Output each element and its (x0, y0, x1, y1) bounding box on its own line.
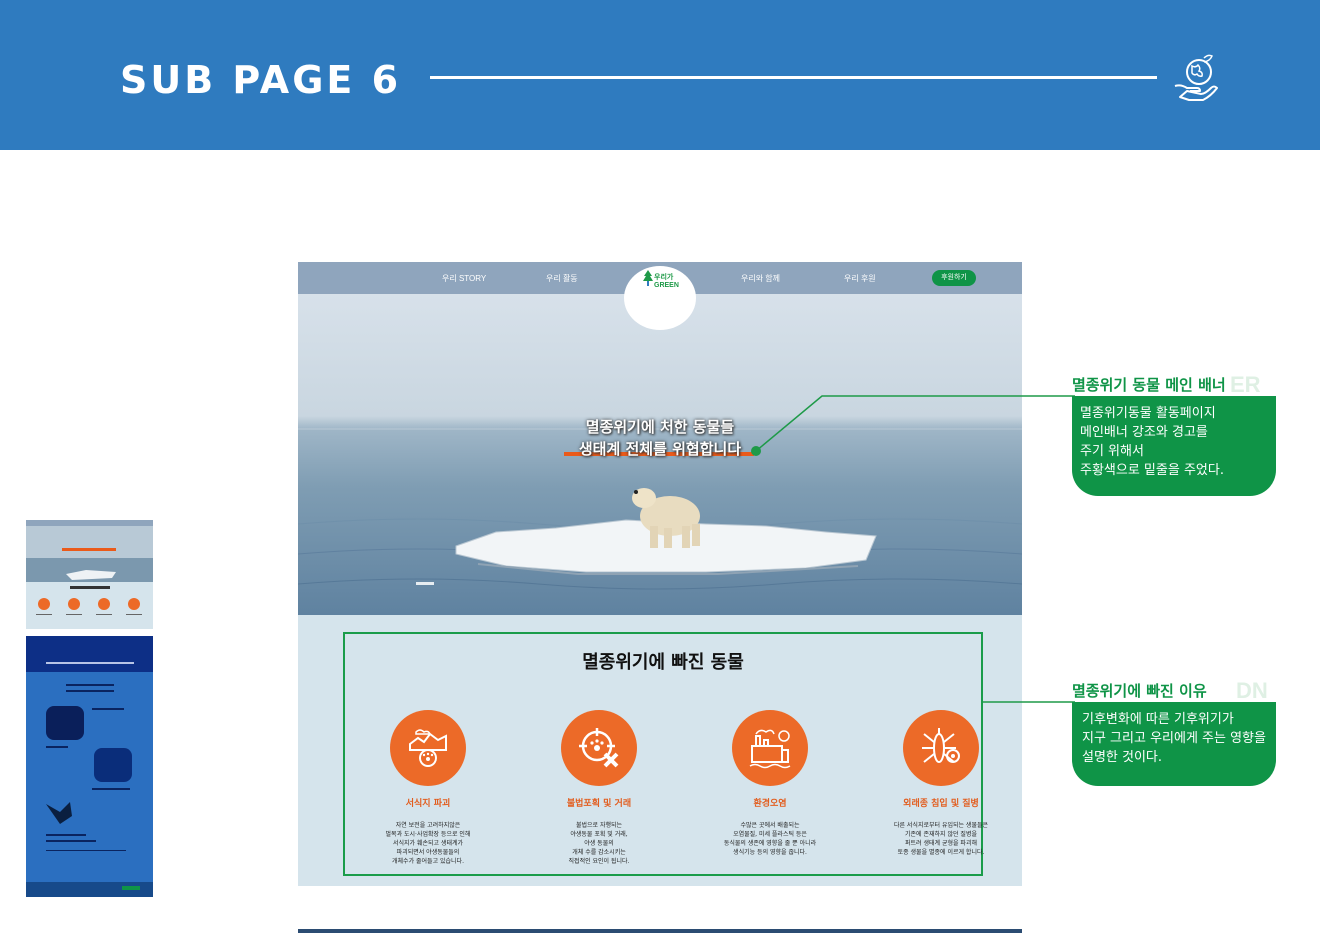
page-thumbnail-top (26, 520, 153, 629)
card-title: 서식지 파괴 (405, 799, 451, 809)
page: SUB PAGE 6 우리 STORY 우리 활동 우리와 함께 우리 후원 후… (0, 0, 1320, 933)
callout-box: 멸종위기동물 활동페이지 메인배너 강조와 경고를 주기 위해서 주황색으로 밑… (1072, 396, 1276, 496)
nav-item-story[interactable]: 우리 STORY (442, 273, 486, 284)
callout-ghost-text: ER (1230, 372, 1261, 397)
site-mockup: 우리 STORY 우리 활동 우리와 함께 우리 후원 후원하기 멸종위기에 처… (298, 262, 1022, 886)
hero-heading-line2: 생태계 전체를 위협합니다 (578, 440, 742, 458)
header-band: SUB PAGE 6 (0, 0, 1320, 150)
logo-line2: GREEN (654, 282, 679, 289)
callout-title: 멸종위기에 빠진 이유 (1072, 682, 1207, 700)
card-title: 불법포획 및 거래 (566, 799, 632, 809)
page-title: SUB PAGE 6 (120, 58, 402, 102)
hero-banner: 멸종위기에 처한 동물들 생태계 전체를 위협합니다 (298, 294, 1022, 615)
card-desc: 수많은 곳에서 배출되는 오염물질, 미세 플라스틱 등은 동식물의 생존에 영… (723, 822, 817, 856)
header-divider (430, 76, 1157, 79)
callout-box: 기후변화에 따른 기후위기가 지구 그리고 우리에게 주는 영향을 설명한 것이… (1072, 702, 1276, 786)
habitat-destruction-icon (390, 710, 466, 786)
next-section-edge (298, 929, 1022, 933)
pollution-icon (732, 710, 808, 786)
callout-title: 멸종위기 동물 메인 배너 (1072, 376, 1226, 394)
card-desc: 자연 보전을 고려하지않은 벌목과 도시·사업확장 등으로 인해 서식지가 훼손… (385, 822, 471, 865)
mockup-logo-text: 우리가 GREEN (654, 274, 679, 290)
card-invasive: 외래종 침입 및 질병 다른 서식지로부터 유입되는 생물들은 기존에 존재하지… (866, 710, 1016, 857)
card-habitat: 서식지 파괴 자연 보전을 고려하지않은 벌목과 도시·사업확장 등으로 인해 … (353, 710, 503, 866)
page-thumbnail-bottom (26, 636, 153, 897)
logo-line1: 우리가 (654, 274, 674, 281)
tree-logo-icon (643, 270, 653, 286)
illegal-hunting-icon (561, 710, 637, 786)
globe-in-hand-icon (1174, 54, 1218, 101)
section-title: 멸종위기에 빠진 동물 (582, 652, 744, 673)
card-desc: 불법으로 자행되는 야생동물 포획 및 거래, 야생 동물의 개체 수를 감소시… (568, 822, 630, 865)
nav-item-support[interactable]: 우리 후원 (844, 273, 876, 284)
card-desc: 다른 서식지로부터 유입되는 생물들은 기존에 존재하지 않던 질병을 퍼트려 … (893, 822, 989, 856)
card-hunting: 불법포획 및 거래 불법으로 자행되는 야생동물 포획 및 거래, 야생 동물의… (524, 710, 674, 866)
card-title: 환경오염 (753, 799, 787, 809)
hero-heading-line1: 멸종위기에 처한 동물들 (585, 418, 735, 436)
callout-ghost-text: DN (1236, 678, 1268, 703)
invasive-species-icon (903, 710, 979, 786)
card-title: 외래종 침입 및 질병 (903, 799, 979, 809)
nav-item-activity[interactable]: 우리 활동 (546, 273, 578, 284)
card-pollution: 환경오염 수많은 곳에서 배출되는 오염물질, 미세 플라스틱 등은 동식물의 … (695, 710, 845, 857)
endangered-section: 멸종위기에 빠진 동물 서식지 파괴 자연 보전을 고려하지않은 벌목과 도시·… (343, 632, 988, 876)
nav-item-together[interactable]: 우리와 함께 (741, 273, 780, 284)
donate-button[interactable]: 후원하기 (932, 270, 976, 286)
